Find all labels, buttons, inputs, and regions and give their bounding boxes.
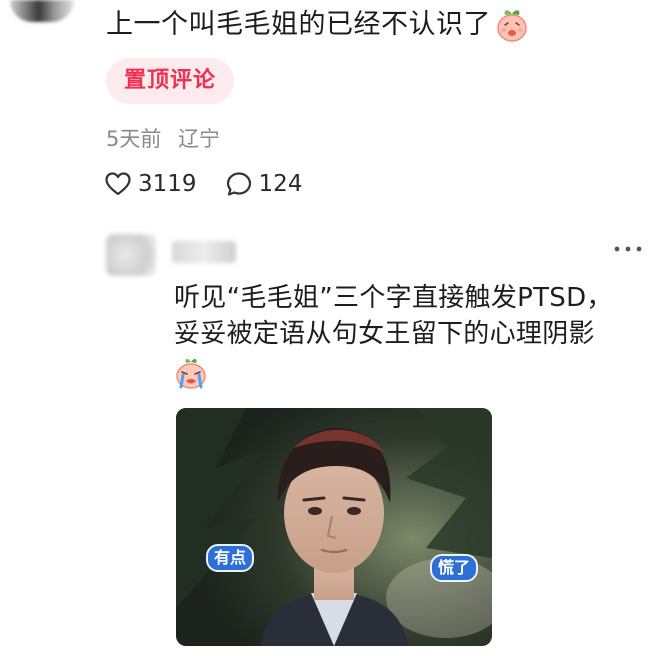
comment-time: 5天前 (106, 127, 162, 151)
reply-text-line2: 妥妥被定语从句女王留下的心理阴影 (174, 319, 595, 349)
reply-button[interactable]: 124 (225, 170, 303, 198)
reply-count: 124 (258, 171, 303, 197)
like-button[interactable]: 3119 (104, 170, 197, 198)
heart-outline-icon (105, 172, 131, 196)
more-dots-icon[interactable] (612, 239, 644, 259)
peach-emoji-icon (497, 10, 527, 42)
reply-text-line1: 听见“毛毛姐”三个字直接触发PTSD， (174, 283, 613, 313)
meme-photo (176, 408, 492, 646)
reply-avatar[interactable] (106, 234, 156, 276)
image-caption-left: 有点 (206, 544, 255, 572)
comment-text: 上一个叫毛毛姐的已经不认识了 (106, 9, 491, 40)
image-caption-right: 慌了 (430, 554, 479, 582)
crying-emoji-icon (176, 359, 206, 389)
comment-actions: 3119 124 (104, 167, 330, 201)
comment-bubble-icon (226, 172, 251, 196)
commenter-avatar[interactable] (10, 0, 74, 22)
comment-location: 辽宁 (178, 127, 221, 151)
pinned-comment-badge: 置顶评论 (106, 58, 234, 104)
comment-meta: 5天前 辽宁 (106, 123, 230, 153)
like-count: 3119 (138, 171, 197, 197)
reply-text: 听见“毛毛姐”三个字直接触发PTSD， 妥妥被定语从句女王留下的心理阴影 (174, 280, 613, 352)
reply-image[interactable]: 有点 慌了 (176, 408, 492, 646)
reply-username[interactable] (172, 241, 236, 263)
